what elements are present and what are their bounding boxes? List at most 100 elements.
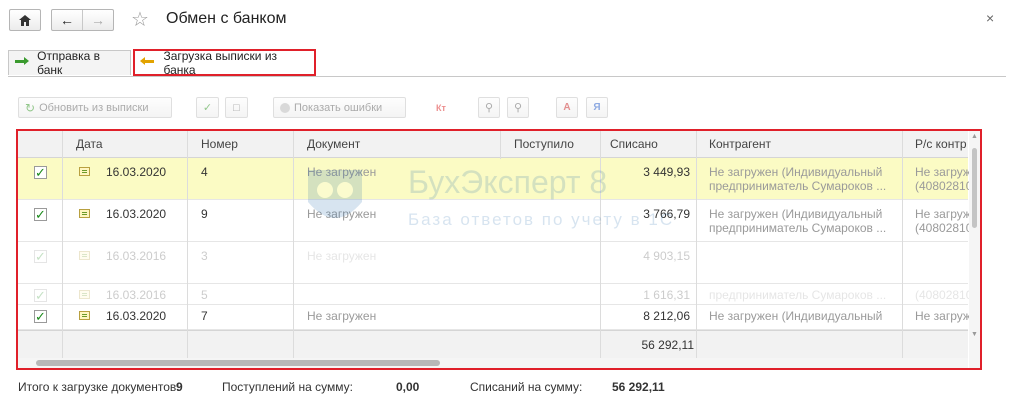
cell-date: 16.03.2016 [106,288,167,302]
cell-account: Не загруж [915,309,971,323]
document-icon [79,251,90,260]
cell-contragent-line2: предприниматель Сумароков ... [709,221,887,235]
refresh-icon: ↻ [25,100,36,115]
sort-asc-button[interactable]: А [556,97,578,118]
cell-account-line2: (40802810 [915,288,973,302]
cell-debited: 3 766,79 [643,207,690,221]
col-divider [187,131,188,358]
row-checkbox[interactable]: ✓ [34,166,47,179]
cell-debited: 8 212,06 [643,309,690,323]
show-errors-button[interactable]: Показать ошибки [273,97,406,118]
debited-total-value: 56 292,11 [612,380,665,394]
cell-number: 3 [201,249,208,263]
row-checkbox[interactable]: ✓ [34,250,47,263]
cell-number: 9 [201,207,208,221]
col-divider [293,131,294,358]
cell-contragent: Не загружен (Индивидуальный [709,309,883,323]
document-icon [79,311,90,320]
tab-load-statement[interactable]: Загрузка выписки из банка [133,48,316,77]
error-icon [280,102,290,113]
row-checkbox[interactable]: ✓ [34,289,47,302]
refresh-label: Обновить из выписки [39,101,149,114]
tab-label: Загрузка выписки из банка [163,48,278,77]
search-button[interactable]: ⚲ [478,97,500,118]
send-arrow-icon [15,57,32,68]
cell-number: 4 [201,165,208,179]
tab-divider [8,76,1006,77]
col-debited[interactable]: Списано [610,137,658,151]
col-divider [600,131,601,358]
cell-date: 16.03.2020 [106,207,167,221]
vertical-scrollbar[interactable]: ▲ ▼ [969,131,980,368]
kt-label: Кт [436,102,446,113]
cell-account: Не загруж [915,207,971,221]
cell-document[interactable]: Не загружен [307,207,376,221]
refresh-from-statement-button[interactable]: ↻ Обновить из выписки [18,97,172,118]
sort-desc-icon: Я [593,102,601,113]
col-document[interactable]: Документ [307,137,360,151]
home-button[interactable] [9,9,41,31]
scroll-thumb[interactable] [36,360,440,366]
check-all-button[interactable]: ✓ [196,97,219,118]
history-nav: ← → [51,9,114,31]
check-all-icon: ✓ [202,102,213,114]
load-arrow-icon [140,56,158,68]
uncheck-all-button[interactable]: □ [225,97,248,118]
cell-document[interactable]: Не загружен [307,309,376,323]
table-row[interactable]: ✓ 16.03.2020 7 Не загружен 8 212,06 Не загруж… [18,305,971,330]
table-row[interactable]: ✓ 16.03.2020 4 Не загружен 3 449,93 Не загруж… [18,158,972,200]
tab-send-to-bank[interactable]: Отправка в банк [8,49,131,77]
received-total-value: 0,00 [396,380,420,394]
cell-date: 16.03.2020 [106,165,167,179]
forward-arrow-icon[interactable]: → [83,10,113,30]
document-icon [79,209,90,218]
cell-contragent: Не загружен (Индивидуальный [709,207,883,221]
favorite-star-icon[interactable]: ☆ [131,7,149,32]
col-received[interactable]: Поступило [514,137,574,151]
search-icon: ⚲ [484,102,494,114]
row-checkbox[interactable]: ✓ [34,208,47,221]
kt-button[interactable]: Кт [430,97,452,118]
scroll-thumb[interactable] [972,148,977,228]
col-account[interactable]: Р/с контр [915,137,967,151]
cell-date: 16.03.2020 [106,309,167,323]
docs-total-label: Итого к загрузке документов: [18,380,180,394]
table-row[interactable]: ✓ 16.03.2020 9 Не загружен 3 766,79 Не загруж… [18,200,972,242]
scroll-up-icon[interactable]: ▲ [971,133,978,140]
table-row[interactable]: ✓ 16.03.2016 5 1 616,31 предприниматель Сума… [18,284,972,305]
cell-number: 5 [201,288,208,302]
table-grid: Дата Номер Документ Поступило Списано Ко… [18,131,980,368]
footer-total-debited: 56 292,11 [641,338,695,352]
totals-bar: Итого к загрузке документов: 9 Поступлен… [0,380,1024,399]
table-row[interactable]: ✓ 16.03.2016 3 Не загружен 4 903,15 [18,242,968,284]
statement-table: Дата Номер Документ Поступило Списано Ко… [16,129,982,370]
sort-asc-icon: А [563,102,571,113]
cell-document[interactable]: Не загружен [307,249,376,263]
col-date[interactable]: Дата [76,137,103,151]
docs-total-value: 9 [176,380,183,394]
cell-account-line2: (40802810 [915,221,973,235]
cell-account: Не загруж [915,165,971,179]
scroll-down-icon[interactable]: ▼ [971,331,978,338]
cancel-search-button[interactable]: ⚲ [507,97,529,118]
row-checkbox[interactable]: ✓ [34,310,47,323]
cell-account-line2: (40802810 [915,179,973,193]
back-arrow-icon[interactable]: ← [52,10,83,30]
horizontal-scrollbar[interactable] [18,358,968,368]
cell-contragent: Не загружен (Индивидуальный [709,165,883,179]
header: ← → ☆ Обмен с банком × [0,0,1024,42]
col-divider [902,131,903,358]
sort-desc-button[interactable]: Я [586,97,608,118]
col-contragent[interactable]: Контрагент [709,137,771,151]
cell-number: 7 [201,309,208,323]
cell-document[interactable]: Не загружен [307,165,376,179]
cell-debited: 4 903,15 [643,249,690,263]
home-icon [19,14,31,26]
errors-label: Показать ошибки [294,101,383,114]
uncheck-all-icon: □ [233,101,240,114]
close-icon[interactable]: × [986,10,994,26]
cell-contragent-line2: предприниматель Сумароков ... [709,288,887,302]
col-number[interactable]: Номер [201,137,238,151]
table-footer: 56 292,11 [18,330,968,358]
debited-total-label: Списаний на сумму: [470,380,583,394]
